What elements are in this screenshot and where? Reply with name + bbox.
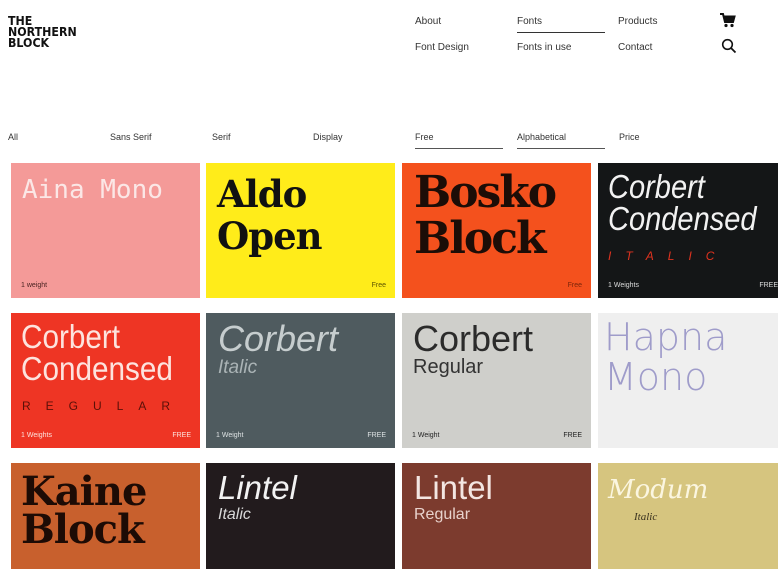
font-name-line-2: Regular bbox=[414, 506, 471, 523]
free-badge: Free bbox=[567, 282, 582, 289]
font-name-line-2: Mono bbox=[604, 355, 708, 399]
font-card-aldo-open[interactable]: Aldo Open Free bbox=[206, 163, 395, 298]
search-icon[interactable] bbox=[721, 38, 737, 54]
font-name-line-1: Bosko bbox=[414, 167, 557, 218]
font-name-line-2: Open bbox=[217, 214, 323, 258]
font-name-line-1: Modum bbox=[608, 475, 709, 505]
weight-count: 1 Weights bbox=[21, 432, 52, 439]
font-name-line-1: Corbert bbox=[413, 318, 534, 359]
font-name-line-2: Block bbox=[21, 506, 145, 553]
brand-logo[interactable]: THE NORTHERN BLOCK bbox=[8, 15, 104, 50]
sort-price[interactable]: Price bbox=[619, 132, 640, 142]
weight-count: 1 weight bbox=[21, 282, 48, 289]
filter-all[interactable]: All bbox=[8, 132, 18, 142]
font-name-line-1: Lintel bbox=[414, 469, 493, 506]
font-name-line-2: Regular bbox=[413, 356, 484, 378]
weight-count: 1 Weights bbox=[608, 282, 639, 289]
font-name: Corbert Condensed bbox=[608, 168, 757, 237]
filter-serif[interactable]: Serif bbox=[212, 132, 231, 142]
filter-sans-serif[interactable]: Sans Serif bbox=[110, 132, 152, 142]
filter-display[interactable]: Display bbox=[313, 132, 343, 142]
font-name-line-2: Condensed bbox=[21, 350, 173, 387]
font-name: Aldo Open bbox=[217, 172, 323, 258]
font-name-line-2: Condensed bbox=[608, 200, 757, 237]
weight-count: 1 Weight bbox=[216, 432, 244, 439]
font-card-modum[interactable]: Modum Italic bbox=[598, 463, 778, 569]
sort-alphabetical[interactable]: Alphabetical bbox=[517, 132, 605, 149]
cart-icon[interactable] bbox=[719, 13, 736, 28]
font-name-line-1: Corbert bbox=[608, 168, 705, 205]
font-card-aina-mono[interactable]: Aina Mono 1 weight bbox=[11, 163, 200, 298]
nav-fonts[interactable]: Fonts bbox=[517, 16, 605, 33]
font-name: Corbert Condensed bbox=[21, 318, 173, 387]
font-card-kaine-block[interactable]: Kaine Block bbox=[11, 463, 200, 569]
font-card-corbert-italic[interactable]: Corbert Italic 1 Weight FREE bbox=[206, 313, 395, 448]
nav-fonts-in-use[interactable]: Fonts in use bbox=[517, 42, 571, 53]
font-name: Kaine Block bbox=[21, 472, 147, 553]
font-name-line-2: Italic bbox=[218, 506, 251, 523]
font-card-lintel-regular[interactable]: Lintel Regular bbox=[402, 463, 591, 569]
font-card-bosko-block[interactable]: Bosko Block Free bbox=[402, 163, 591, 298]
font-name-line-1: Corbert bbox=[218, 318, 339, 359]
style-label: REGULAR bbox=[22, 399, 186, 413]
free-badge: FREE bbox=[563, 432, 582, 439]
weight-count: 1 Weight bbox=[412, 432, 440, 439]
font-name-line-1: Corbert bbox=[21, 318, 121, 355]
font-name-line-1: Aldo bbox=[217, 172, 307, 216]
nav-font-design[interactable]: Font Design bbox=[415, 42, 469, 53]
font-name: Hapna Mono bbox=[604, 317, 727, 397]
font-card-hapna-mono[interactable]: Hapna Mono bbox=[598, 313, 778, 448]
free-badge: FREE bbox=[759, 282, 778, 289]
style-label: ITALIC bbox=[608, 249, 729, 263]
nav-products[interactable]: Products bbox=[618, 16, 657, 27]
font-name-line-2: Italic bbox=[634, 511, 658, 523]
nav-contact[interactable]: Contact bbox=[618, 42, 652, 53]
font-name-line-2: Italic bbox=[218, 357, 258, 378]
font-name-line-2: Block bbox=[414, 213, 547, 264]
free-badge: FREE bbox=[172, 432, 191, 439]
free-badge: Free bbox=[371, 282, 386, 289]
filter-free[interactable]: Free bbox=[415, 132, 503, 149]
free-badge: FREE bbox=[367, 432, 386, 439]
font-name: Bosko Block bbox=[414, 167, 557, 264]
font-name-line-1: Lintel bbox=[218, 469, 297, 506]
font-name-line-1: Hapna bbox=[604, 315, 728, 359]
font-card-corbert-condensed-regular[interactable]: Corbert Condensed REGULAR 1 Weights FREE bbox=[11, 313, 200, 448]
font-card-lintel-italic[interactable]: Lintel Italic bbox=[206, 463, 395, 569]
font-name: Aina Mono bbox=[22, 175, 163, 205]
font-card-corbert-regular[interactable]: Corbert Regular 1 Weight FREE bbox=[402, 313, 591, 448]
nav-about[interactable]: About bbox=[415, 16, 441, 27]
logo-line: BLOCK bbox=[8, 36, 50, 50]
font-card-corbert-condensed-italic[interactable]: Corbert Condensed ITALIC 1 Weights FREE bbox=[598, 163, 778, 298]
